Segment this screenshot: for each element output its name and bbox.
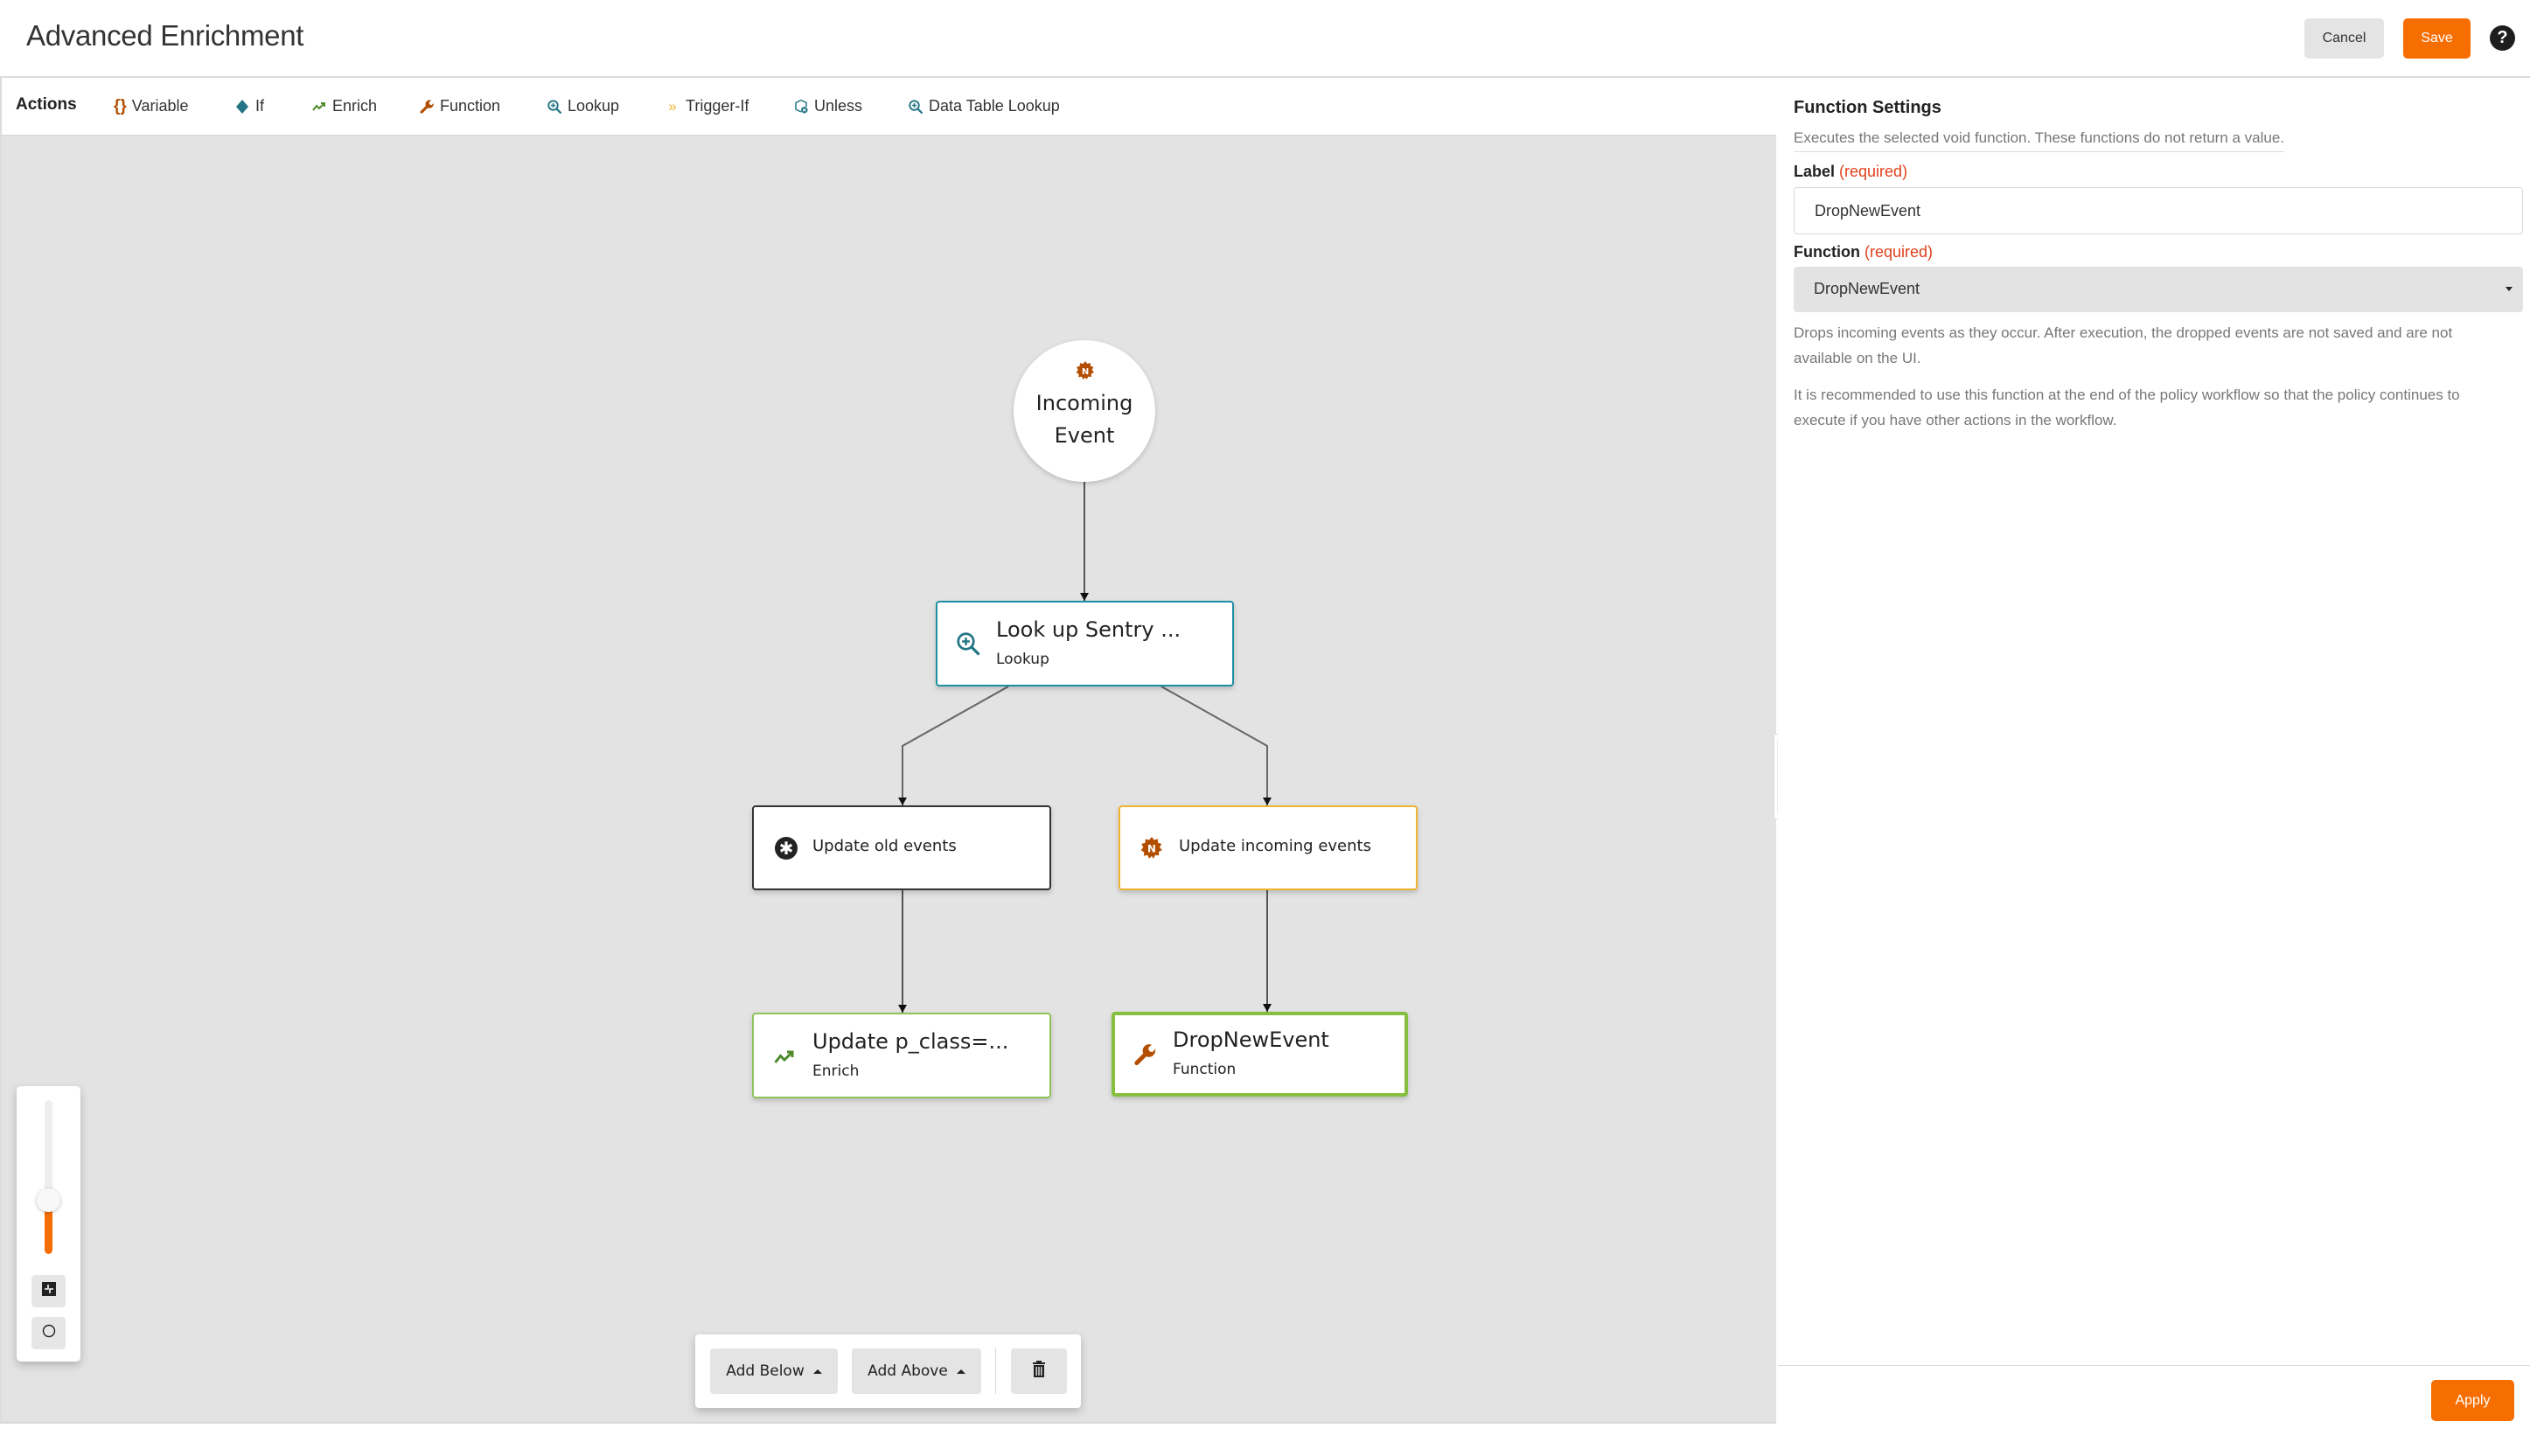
zoom-control <box>17 1086 80 1362</box>
circle-icon <box>42 1324 56 1342</box>
node-update-incoming-events[interactable]: N Update incoming events <box>1119 805 1418 890</box>
fit-to-screen-button[interactable] <box>31 1275 66 1307</box>
node-type: Lookup <box>996 651 1049 668</box>
caret-up-icon <box>956 1369 965 1374</box>
node-title: Update old events <box>812 837 957 855</box>
action-variable[interactable]: {} Variable <box>114 97 189 115</box>
action-label: If <box>255 97 265 115</box>
new-event-badge-icon: N <box>1140 837 1163 860</box>
wrench-icon <box>1133 1042 1157 1067</box>
node-drop-new-event[interactable]: DropNewEvent Function <box>1112 1012 1408 1097</box>
node-update-old-events[interactable]: ✱ Update old events <box>752 805 1051 890</box>
trash-icon <box>1032 1361 1046 1382</box>
zoom-slider-thumb[interactable] <box>37 1188 60 1213</box>
chevron-down-icon <box>2506 287 2513 291</box>
add-below-label: Add Below <box>726 1362 805 1380</box>
new-event-badge-icon: N <box>1076 361 1095 385</box>
action-if[interactable]: If <box>234 97 264 115</box>
node-toolbar: Add Below Add Above <box>695 1334 1081 1408</box>
label-field-label: Label (required) <box>1794 163 1908 180</box>
actions-title: Actions <box>16 95 77 114</box>
add-below-button[interactable]: Add Below <box>710 1348 838 1394</box>
wrench-icon <box>419 99 435 115</box>
zoom-in-icon <box>955 630 981 657</box>
action-enrich[interactable]: Enrich <box>311 97 377 115</box>
workflow-canvas[interactable]: N Incoming Event Look up Sentry ... Look… <box>2 136 1776 1422</box>
svg-text:N: N <box>1082 367 1089 377</box>
help-icon[interactable]: ? <box>2490 25 2515 51</box>
page-title: Advanced Enrichment <box>26 19 304 52</box>
unless-cube-icon <box>793 99 809 115</box>
apply-button[interactable]: Apply <box>2431 1380 2514 1421</box>
save-button[interactable]: Save <box>2403 18 2471 59</box>
toolbar-divider <box>995 1348 996 1394</box>
function-field-label: Function (required) <box>1794 243 1934 261</box>
zoom-in-icon <box>908 99 923 115</box>
reset-zoom-button[interactable] <box>31 1317 66 1349</box>
fit-to-screen-icon <box>41 1282 56 1300</box>
node-enrich[interactable]: Update p_class=... Enrich <box>752 1013 1051 1098</box>
function-select[interactable]: DropNewEvent <box>1794 267 2523 312</box>
actions-bar: Actions {} Variable If Enrich Function L… <box>2 78 1776 136</box>
function-help-text: Drops incoming events as they occur. Aft… <box>1794 324 2453 366</box>
edge-lookup-to-update-old <box>898 686 1009 805</box>
add-above-label: Add Above <box>868 1362 948 1380</box>
node-lookup[interactable]: Look up Sentry ... Lookup <box>936 601 1234 686</box>
action-label: Enrich <box>332 97 378 115</box>
node-title: DropNewEvent <box>1173 1028 1329 1052</box>
workflow-editor: Actions {} Variable If Enrich Function L… <box>0 78 1776 1424</box>
node-title: Update p_class=... <box>812 1029 1009 1054</box>
caret-up-icon <box>812 1369 822 1374</box>
trend-up-icon <box>311 99 327 115</box>
double-chevron-right-icon: » <box>668 97 677 115</box>
function-settings-panel: Function Settings Executes the selected … <box>1778 78 2530 1456</box>
cancel-button[interactable]: Cancel <box>2304 18 2384 59</box>
action-label: Data Table Lookup <box>929 97 1060 115</box>
required-indicator: (required) <box>1864 243 1934 261</box>
panel-footer-divider <box>1778 1365 2530 1366</box>
trend-up-icon <box>773 1049 796 1065</box>
curly-braces-icon: {} <box>114 96 127 115</box>
action-lookup[interactable]: Lookup <box>547 97 619 115</box>
required-indicator: (required) <box>1839 163 1908 180</box>
edge-lookup-to-update-incoming <box>1160 686 1272 805</box>
action-label: Function <box>440 97 501 115</box>
action-label: Unless <box>814 97 863 115</box>
asterisk-icon: ✱ <box>775 837 798 860</box>
node-type: Function <box>1173 1061 1237 1078</box>
action-trigger-if[interactable]: » Trigger-If <box>665 97 749 115</box>
node-incoming-event[interactable]: N Incoming Event <box>1014 340 1155 482</box>
svg-text:N: N <box>1147 843 1156 855</box>
label-input[interactable] <box>1794 187 2523 234</box>
workflow-edges <box>898 482 1272 1013</box>
action-label: Lookup <box>568 97 620 115</box>
node-title: Update incoming events <box>1179 837 1371 855</box>
page-header: Advanced Enrichment Cancel Save ? <box>0 0 2530 78</box>
add-above-button[interactable]: Add Above <box>852 1348 981 1394</box>
zoom-in-icon <box>547 99 562 115</box>
action-data-table-lookup[interactable]: Data Table Lookup <box>908 97 1060 115</box>
action-label: Trigger-If <box>686 97 749 115</box>
function-select-value: DropNewEvent <box>1814 280 1920 297</box>
function-recommendation-text: It is recommended to use this function a… <box>1794 387 2460 428</box>
panel-description: Executes the selected void function. The… <box>1794 129 2285 152</box>
node-label: Incoming Event <box>1035 391 1133 448</box>
panel-title: Function Settings <box>1794 98 1941 117</box>
delete-node-button[interactable] <box>1011 1348 1067 1394</box>
node-type: Enrich <box>812 1062 860 1080</box>
diamond-icon <box>234 99 250 115</box>
node-title: Look up Sentry ... <box>996 617 1181 642</box>
action-unless[interactable]: Unless <box>793 97 862 115</box>
action-function[interactable]: Function <box>419 97 500 115</box>
action-label: Variable <box>131 97 189 115</box>
